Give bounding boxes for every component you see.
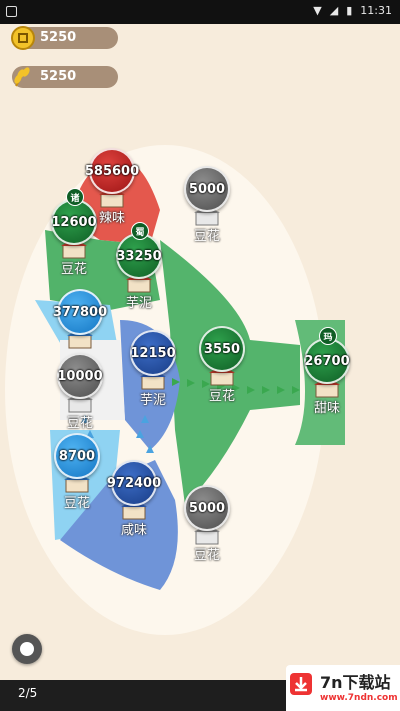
troop-count: 10000 — [57, 353, 103, 399]
floating-home-button[interactable] — [12, 634, 42, 664]
node-label: 甜味 — [313, 401, 340, 416]
troop-count: 3550 — [199, 326, 245, 372]
troop-count: 585600 — [85, 148, 139, 194]
node-label: 豆花 — [193, 229, 220, 244]
player-tag: 玛 — [319, 327, 337, 345]
node-label: 豆花 — [63, 496, 90, 511]
troop-count: 972400 — [107, 460, 161, 506]
troop-count: 377800 — [53, 289, 107, 335]
download-arrow-icon — [290, 673, 312, 695]
watermark-badge: 7n下载站 www.7ndn.com — [286, 665, 400, 711]
node-label: 芋泥 — [139, 393, 166, 408]
troop-count: 12150 — [130, 330, 176, 376]
player-tag: 诸 — [66, 188, 84, 206]
node-label: 豆花 — [66, 416, 93, 431]
troop-count: 5000 — [184, 166, 230, 212]
watermark-title: 7n下载站 — [320, 673, 391, 692]
troop-count: 8700 — [54, 433, 100, 479]
node-label: 豆花 — [208, 389, 235, 404]
node-label: 豆花 — [60, 262, 87, 277]
watermark-url: www.7ndn.com — [320, 693, 398, 703]
node-label: 咸味 — [120, 523, 147, 538]
node-label: 芋泥 — [125, 296, 152, 311]
player-tag: 蜀 — [131, 222, 149, 240]
node-label: 豆花 — [193, 548, 220, 563]
page-indicator: 2/5 — [18, 686, 38, 700]
troop-count: 5000 — [184, 485, 230, 531]
